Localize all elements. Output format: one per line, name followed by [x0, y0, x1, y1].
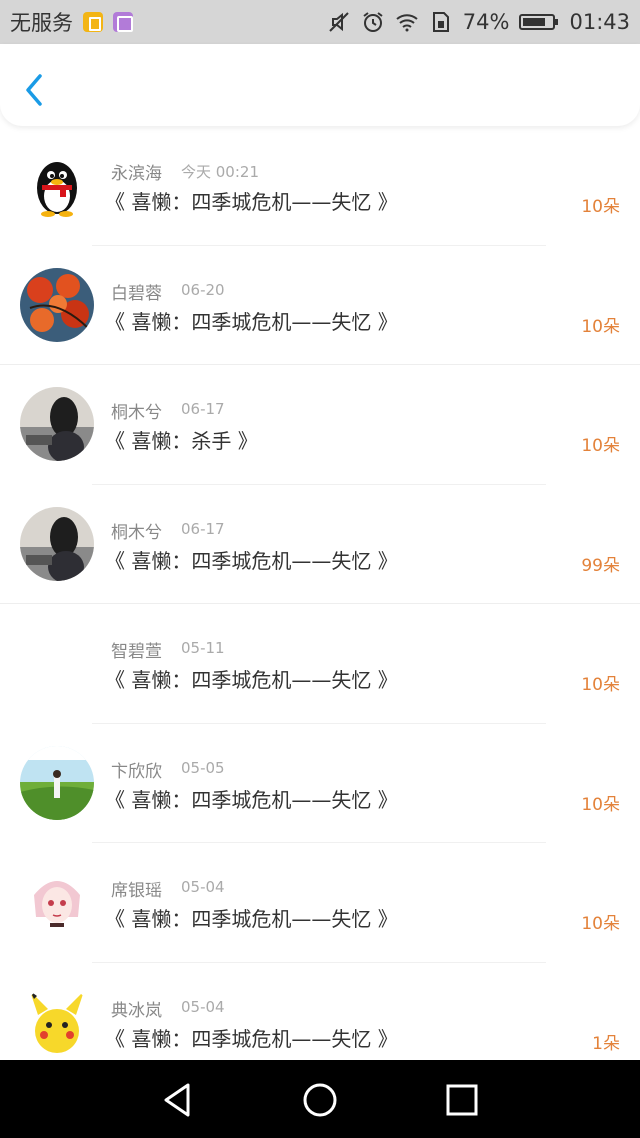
- flower-count: 10朵: [581, 914, 620, 934]
- flower-count: 10朵: [581, 794, 620, 815]
- book-title: 《 喜懒：四季城危机——失忆 》: [105, 1026, 398, 1051]
- list-item[interactable]: 席银瑶 05-04 《 喜懒：四季城危机——失忆 》 10朵: [0, 843, 640, 963]
- battery-icon: [519, 14, 559, 30]
- flower-count: 10朵: [581, 675, 620, 695]
- sim-icon: [432, 12, 449, 32]
- carrier-label: 无服务: [10, 11, 73, 35]
- flower-count: 10朵: [581, 197, 620, 217]
- sender-name: 桐木兮: [111, 403, 162, 423]
- anime-girl-avatar[interactable]: [20, 865, 94, 939]
- book-title: 《 喜懒：四季城危机——失忆 》: [105, 787, 398, 812]
- alarm-icon: [363, 12, 383, 32]
- system-nav-bar: [0, 1060, 640, 1138]
- gallery-app-icon: [113, 12, 133, 32]
- gift-time: 05-05: [181, 758, 225, 777]
- sender-name: 白碧蓉: [111, 283, 162, 304]
- mute-icon: [329, 12, 349, 32]
- list-item[interactable]: 典冰岚 05-04 《 喜懒：四季城危机——失忆 》 1朵: [0, 963, 640, 1061]
- list-item[interactable]: 卞欣欣 05-05 《 喜懒：四季城危机——失忆 》 10朵: [0, 724, 640, 843]
- wifi-icon: [396, 14, 418, 32]
- status-left: 无服务: [10, 7, 133, 37]
- flower-count: 10朵: [581, 436, 620, 456]
- girl-photo-avatar[interactable]: [20, 387, 94, 461]
- list-item[interactable]: 永滨海 今天 00:21 《 喜懒：四季城危机——失忆 》 10朵: [0, 126, 640, 246]
- gift-time: 06-20: [181, 280, 225, 299]
- flower-count: 1朵: [592, 1033, 620, 1054]
- book-title: 《 喜懒：四季城危机——失忆 》: [105, 907, 398, 931]
- sender-name: 卞欣欣: [111, 761, 162, 782]
- clock: 01:43: [569, 10, 630, 34]
- gift-time: 05-04: [181, 878, 225, 896]
- home-circle-icon[interactable]: [300, 1080, 340, 1120]
- qq-penguin-avatar[interactable]: [20, 148, 94, 222]
- battery-percent: 74%: [462, 10, 510, 34]
- pikachu-avatar[interactable]: [20, 984, 94, 1059]
- status-right: 74% 01:43: [327, 10, 630, 34]
- back-triangle-icon[interactable]: [158, 1080, 198, 1120]
- meadow-girl-avatar[interactable]: [20, 745, 94, 820]
- book-title: 《 喜懒：杀手 》: [105, 429, 258, 453]
- notification-app-icon: [83, 12, 103, 32]
- blank-avatar[interactable]: [20, 626, 94, 700]
- gift-time: 06-17: [181, 400, 225, 418]
- book-title: 《 喜懒：四季城危机——失忆 》: [105, 668, 398, 692]
- sender-name: 桐木兮: [111, 522, 162, 543]
- gift-time: 05-04: [181, 997, 225, 1016]
- flower-count: 10朵: [581, 316, 620, 337]
- sender-name: 席银瑶: [111, 881, 162, 901]
- list-item[interactable]: 白碧蓉 06-20 《 喜懒：四季城危机——失忆 》 10朵: [0, 246, 640, 365]
- book-title: 《 喜懒：四季城危机——失忆 》: [105, 190, 398, 214]
- flower-count: 99朵: [581, 555, 620, 576]
- gift-time: 05-11: [181, 639, 225, 657]
- book-title: 《 喜懒：四季城危机——失忆 》: [105, 309, 398, 334]
- gift-time: 今天 00:21: [181, 163, 259, 181]
- gift-list: 永滨海 今天 00:21 《 喜懒：四季城危机——失忆 》 10朵 白碧蓉 06…: [0, 126, 640, 1060]
- back-chevron-icon[interactable]: [18, 70, 52, 110]
- sender-name: 典冰岚: [111, 1000, 162, 1021]
- top-bar: [0, 44, 640, 126]
- sender-name: 智碧萱: [111, 642, 162, 662]
- status-bar: 无服务 74% 01:43: [0, 0, 640, 44]
- red-leaves-avatar[interactable]: [20, 267, 94, 342]
- book-title: 《 喜懒：四季城危机——失忆 》: [105, 548, 398, 573]
- gift-time: 06-17: [181, 519, 225, 538]
- recents-square-icon[interactable]: [442, 1080, 482, 1120]
- list-item[interactable]: 桐木兮 06-17 《 喜懒：杀手 》 10朵: [0, 365, 640, 485]
- list-item[interactable]: 智碧萱 05-11 《 喜懒：四季城危机——失忆 》 10朵: [0, 604, 640, 724]
- list-item[interactable]: 桐木兮 06-17 《 喜懒：四季城危机——失忆 》 99朵: [0, 485, 640, 604]
- girl-photo-avatar[interactable]: [20, 506, 94, 581]
- sender-name: 永滨海: [111, 164, 162, 184]
